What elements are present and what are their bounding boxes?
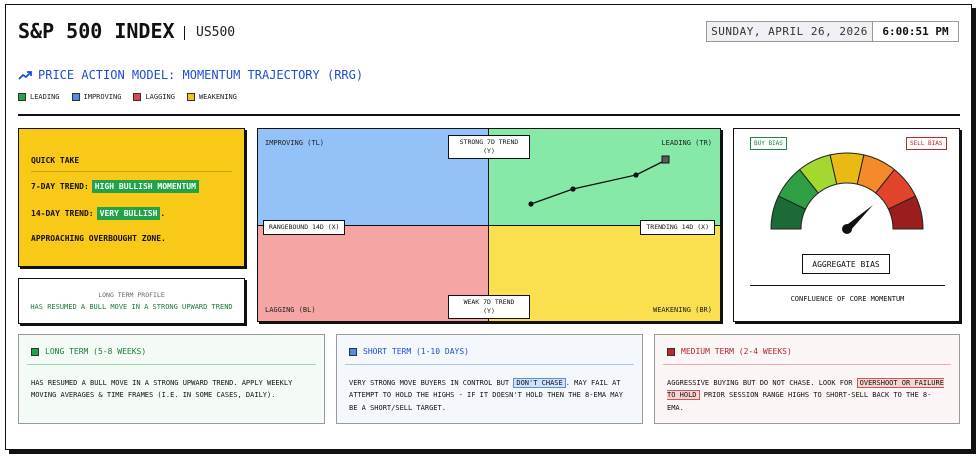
card-medium-term-text-before: AGGRESSIVE BUYING BUT DO NOT CHASE. LOOK…: [667, 379, 857, 387]
quick-take-heading: QUICK TAKE: [31, 156, 232, 172]
gauge-dial: [770, 152, 924, 234]
card-short-term-text-before: VERY STRONG MOVE BUYERS IN CONTROL BUT: [349, 379, 514, 387]
ticker-symbol: US500: [196, 25, 236, 40]
gauge-divider: [750, 285, 945, 286]
datetime-box: SUNDAY, APRIL 26, 2026 6:00:51 PM: [706, 21, 959, 42]
legend-swatch: [18, 93, 26, 101]
card-medium-term-title: MEDIUM TERM (2-4 WEEKS): [681, 347, 792, 356]
trend-14d-label: 14-DAY TREND:: [31, 209, 94, 218]
legend-label: IMPROVING: [83, 93, 122, 101]
aggregate-bias-gauge: BUY BIAS SELL BIAS AGGREGATE BIAS CONFLU…: [733, 128, 960, 322]
trend-14d-suffix: .: [160, 209, 166, 218]
trajectory-point: [570, 186, 576, 192]
title-divider: [184, 26, 185, 40]
legend-item-leading: LEADING: [18, 93, 60, 101]
long-term-profile-value: HAS RESUMED A BULL MOVE IN A STRONG UPWA…: [30, 303, 233, 311]
card-medium-term-header: MEDIUM TERM (2-4 WEEKS): [655, 335, 959, 356]
card-long-term-swatch: [31, 347, 39, 356]
trend-7d-row: 7-DAY TREND: HIGH BULLISH MOMENTUM: [31, 180, 232, 193]
trajectory-path: [528, 155, 670, 207]
aggregate-bias-button[interactable]: AGGREGATE BIAS: [802, 254, 890, 274]
legend-label: LAGGING: [145, 93, 175, 101]
rrg-quadrant-chart: IMPROVING (TL) LEADING (TR) LAGGING (BL)…: [257, 128, 721, 322]
legend-item-improving: IMPROVING: [71, 93, 122, 101]
page-title: S&P 500 INDEX: [18, 19, 175, 43]
model-title: PRICE ACTION MODEL: MOMENTUM TRAJECTORY …: [38, 68, 364, 82]
card-medium-term-text-after: PRIOR SESSION RANGE HIGHS TO SHORT-SELL …: [667, 391, 932, 412]
quadrant-legend: LEADING IMPROVING LAGGING WEAKENING: [18, 93, 237, 101]
legend-item-weakening: WEAKENING: [186, 93, 237, 101]
legend-label: WEAKENING: [198, 93, 237, 101]
card-short-term-highlight: DON'T CHASE: [513, 378, 566, 388]
legend-item-lagging: LAGGING: [133, 93, 175, 101]
legend-swatch: [186, 93, 195, 101]
trend-7d-label: 7-DAY TREND:: [31, 182, 89, 191]
card-long-term: LONG TERM (5-8 WEEKS) HAS RESUMED A BULL…: [18, 334, 325, 424]
model-heading: PRICE ACTION MODEL: MOMENTUM TRAJECTORY …: [18, 68, 363, 82]
quick-take-note: APPROACHING OVERBOUGHT ZONE.: [31, 234, 166, 243]
card-long-term-header: LONG TERM (5-8 WEEKS): [19, 335, 324, 356]
trend-up-icon: [18, 71, 32, 80]
long-term-profile: LONG TERM PROFILE HAS RESUMED A BULL MOV…: [18, 278, 245, 324]
card-long-term-text: HAS RESUMED A BULL MOVE IN A STRONG UPWA…: [31, 379, 293, 400]
header-rule: [18, 114, 960, 116]
date-display: SUNDAY, APRIL 26, 2026: [707, 22, 873, 41]
card-short-term-header: SHORT TERM (1-10 DAYS): [337, 335, 642, 356]
card-long-term-title: LONG TERM (5-8 WEEKS): [45, 347, 147, 356]
trend-7d-badge: HIGH BULLISH MOMENTUM: [91, 180, 199, 193]
trajectory-point: [528, 201, 534, 207]
gauge-caption: CONFLUENCE OF CORE MOMENTUM: [790, 295, 905, 303]
card-medium-term: MEDIUM TERM (2-4 WEEKS) AGGRESSIVE BUYIN…: [654, 334, 960, 424]
trajectory-point: [633, 172, 639, 178]
card-short-term: SHORT TERM (1-10 DAYS) VERY STRONG MOVE …: [336, 334, 643, 424]
legend-label: LEADING: [30, 93, 60, 101]
card-medium-term-swatch: [667, 347, 675, 356]
trajectory-current-point: [661, 155, 670, 164]
card-short-term-swatch: [349, 347, 357, 356]
trend-14d-badge: VERY BULLISH: [96, 207, 161, 220]
quick-take-panel: QUICK TAKE 7-DAY TREND: HIGH BULLISH MOM…: [18, 128, 245, 267]
long-term-profile-label: LONG TERM PROFILE: [98, 291, 165, 299]
card-medium-term-text: AGGRESSIVE BUYING BUT DO NOT CHASE. LOOK…: [655, 365, 959, 414]
gauge-hub: [842, 224, 852, 234]
time-display: 6:00:51 PM: [882, 25, 949, 38]
trend-14d-row: 14-DAY TREND: VERY BULLISH.: [31, 207, 232, 220]
card-short-term-text: VERY STRONG MOVE BUYERS IN CONTROL BUT D…: [337, 365, 642, 414]
legend-swatch: [71, 93, 80, 101]
legend-swatch: [133, 93, 142, 101]
card-short-term-title: SHORT TERM (1-10 DAYS): [363, 347, 469, 356]
